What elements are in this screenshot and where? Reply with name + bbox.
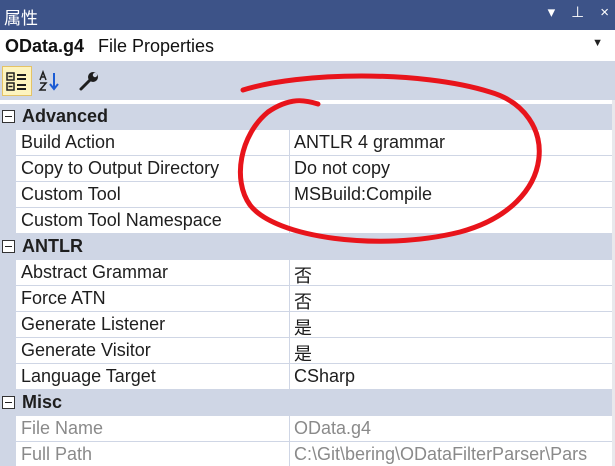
pin-icon[interactable]: ⊥ (571, 3, 584, 21)
property-value[interactable]: 否 (294, 262, 312, 288)
property-pages-button[interactable] (74, 66, 104, 96)
selected-object-name: OData.g4 (5, 36, 85, 56)
categorized-icon (6, 72, 26, 91)
property-value[interactable]: 是 (294, 340, 312, 366)
property-row-custom-tool-namespace[interactable]: Custom Tool Namespace (0, 208, 615, 234)
property-row-force-atn[interactable]: Force ATN 否 (0, 286, 615, 312)
collapse-icon[interactable] (2, 240, 15, 253)
property-value[interactable]: MSBuild:Compile (294, 184, 432, 205)
object-selector[interactable]: OData.g4 File Properties ▼ (0, 30, 615, 62)
property-row-generate-visitor[interactable]: Generate Visitor 是 (0, 338, 615, 364)
property-name: Custom Tool (21, 184, 121, 204)
property-name: Generate Listener (21, 314, 166, 334)
collapse-icon[interactable] (2, 110, 15, 123)
property-name: File Name (21, 418, 104, 438)
category-advanced[interactable]: Advanced (0, 104, 615, 130)
property-row-copy-to-output[interactable]: Copy to Output Directory Do not copy (0, 156, 615, 182)
property-row-build-action[interactable]: Build Action ANTLR 4 grammar (0, 130, 615, 156)
property-grid: Advanced Build Action ANTLR 4 grammar Co… (0, 100, 615, 466)
property-value[interactable]: 否 (294, 288, 312, 314)
property-name: Full Path (21, 444, 93, 464)
property-row-abstract-grammar[interactable]: Abstract Grammar 否 (0, 260, 615, 286)
property-row-full-path[interactable]: Full Path C:\Git\bering\ODataFilterParse… (0, 442, 615, 466)
property-row-generate-listener[interactable]: Generate Listener 是 (0, 312, 615, 338)
selected-object-type: File Properties (98, 36, 215, 56)
property-name: Force ATN (21, 288, 106, 308)
property-name: Build Action (21, 132, 116, 152)
property-name: Abstract Grammar (21, 262, 169, 282)
properties-title-bar: 属性 ▾ ⊥ × (0, 0, 615, 30)
property-name: Language Target (21, 366, 156, 386)
property-value: C:\Git\bering\ODataFilterParser\Pars (294, 444, 588, 464)
wrench-icon (79, 72, 98, 91)
property-name: Copy to Output Directory (21, 158, 220, 178)
window-title: 属性 (4, 9, 38, 28)
properties-toolbar (0, 62, 615, 100)
property-value[interactable]: Do not copy (294, 158, 390, 179)
property-value[interactable]: 是 (294, 314, 312, 340)
categorized-button[interactable] (2, 66, 32, 96)
property-row-file-name[interactable]: File Name OData.g4 (0, 416, 615, 442)
alphabetical-icon (38, 70, 59, 91)
category-misc[interactable]: Misc (0, 390, 615, 416)
property-value[interactable]: CSharp (294, 366, 355, 387)
close-icon[interactable]: × (600, 4, 609, 21)
property-value[interactable]: ANTLR 4 grammar (294, 132, 445, 153)
window-dropdown-icon[interactable]: ▾ (548, 3, 556, 21)
property-value: OData.g4 (294, 418, 372, 438)
property-row-custom-tool[interactable]: Custom Tool MSBuild:Compile (0, 182, 615, 208)
property-name: Generate Visitor (21, 340, 151, 360)
chevron-down-icon[interactable]: ▼ (592, 37, 603, 49)
property-name: Custom Tool Namespace (21, 210, 222, 230)
alphabetical-button[interactable] (34, 66, 64, 96)
collapse-icon[interactable] (2, 396, 15, 409)
property-row-language-target[interactable]: Language Target CSharp (0, 364, 615, 390)
category-antlr[interactable]: ANTLR (0, 234, 615, 260)
